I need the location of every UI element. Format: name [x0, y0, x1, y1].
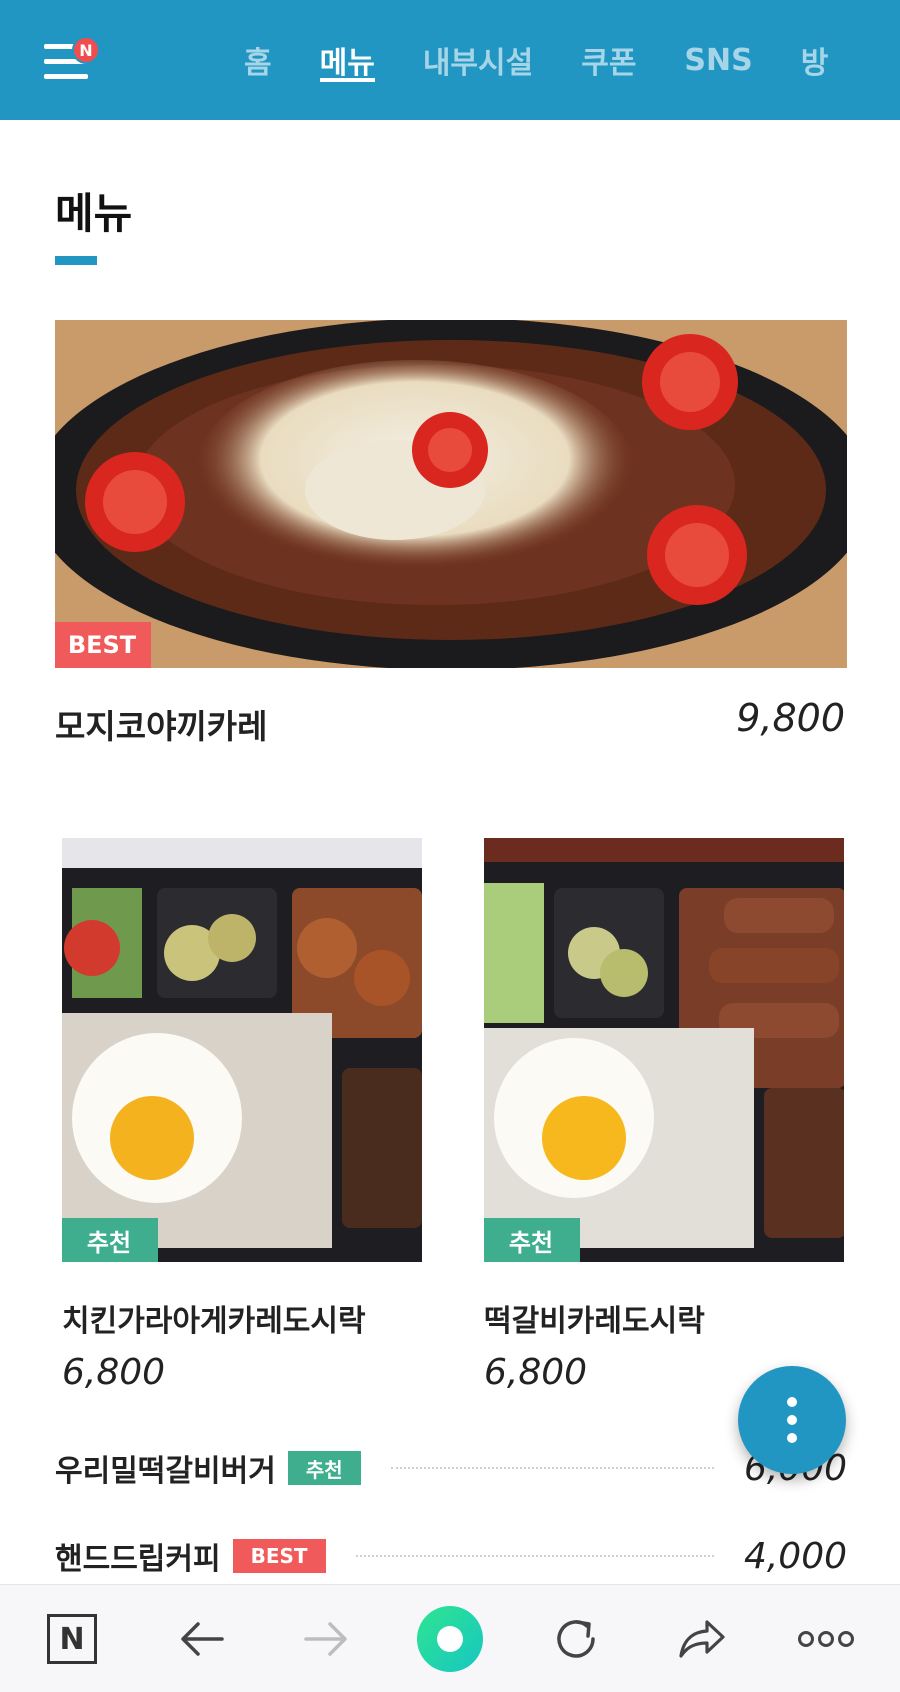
featured-item-price: 9,800: [736, 696, 845, 740]
grid-item-image[interactable]: 추천: [484, 838, 844, 1262]
refresh-icon: [557, 1620, 595, 1658]
best-badge: BEST: [232, 1539, 326, 1573]
list-item-name: 핸드드립커피: [55, 1542, 221, 1577]
featured-item-name[interactable]: 모지코야끼카레: [55, 700, 268, 748]
featured-food-image[interactable]: BEST: [55, 320, 847, 668]
tab-next[interactable]: 방: [777, 0, 853, 120]
grid-item-name[interactable]: 떡갈비카레도시락: [484, 1296, 705, 1340]
more-options-fab[interactable]: [738, 1366, 846, 1474]
grid-item-price: 6,800: [62, 1352, 166, 1393]
dotted-leader: [390, 1467, 714, 1469]
tab-home[interactable]: 홈: [220, 0, 296, 120]
recommend-badge: 추천: [62, 1218, 158, 1262]
tab-menu[interactable]: 메뉴: [296, 0, 399, 120]
new-badge: N: [72, 36, 100, 64]
browser-toolbar: N: [0, 1584, 900, 1692]
tteokgalbi-bento-illustration: [484, 838, 844, 1262]
list-item-price: 4,000: [743, 1535, 847, 1577]
share-arrow-icon: [679, 1620, 725, 1658]
recommend-badge: 추천: [484, 1218, 580, 1262]
arrow-left-icon: [181, 1622, 224, 1656]
grid-item-image[interactable]: 추천: [62, 838, 422, 1262]
tab-facilities[interactable]: 내부시설: [399, 0, 557, 120]
share-button[interactable]: [672, 1585, 732, 1692]
refresh-button[interactable]: [546, 1585, 606, 1692]
arrow-right-icon: [304, 1622, 347, 1656]
nav-tabs: 홈 메뉴 내부시설 쿠폰 SNS 방: [220, 0, 852, 120]
app-screen: N 홈 메뉴 내부시설 쿠폰 SNS 방 메뉴 BEST 모지코야끼카레 9,8…: [0, 0, 900, 1692]
grid-item-price: 6,800: [484, 1352, 588, 1393]
naver-n-icon: N: [47, 1614, 97, 1664]
list-item[interactable]: 우리밀떡갈비버거 추천 6,000: [55, 1444, 847, 1492]
forward-button[interactable]: [294, 1585, 358, 1692]
title-underline: [55, 256, 97, 265]
grid-item-name[interactable]: 치킨가라아게카레도시락: [62, 1296, 366, 1340]
curry-skillet-illustration: [55, 320, 847, 668]
tab-sns[interactable]: SNS: [660, 0, 776, 120]
tab-coupon[interactable]: 쿠폰: [557, 0, 660, 120]
best-badge: BEST: [55, 622, 151, 668]
recommend-badge: 추천: [287, 1451, 361, 1485]
more-dots-icon: [798, 1631, 854, 1647]
more-menu-button[interactable]: [796, 1585, 856, 1692]
chicken-bento-illustration: [62, 838, 422, 1262]
list-item[interactable]: 핸드드립커피 BEST 4,000: [55, 1532, 847, 1580]
green-dot-button[interactable]: [412, 1585, 488, 1692]
list-item-name: 우리밀떡갈비버거: [55, 1454, 276, 1489]
top-nav-bar: N 홈 메뉴 내부시설 쿠폰 SNS 방: [0, 0, 900, 120]
naver-home-button[interactable]: N: [44, 1585, 100, 1692]
dotted-leader: [355, 1555, 714, 1557]
green-dot-icon: [417, 1606, 483, 1672]
page-title: 메뉴: [55, 189, 133, 238]
back-button[interactable]: [170, 1585, 234, 1692]
